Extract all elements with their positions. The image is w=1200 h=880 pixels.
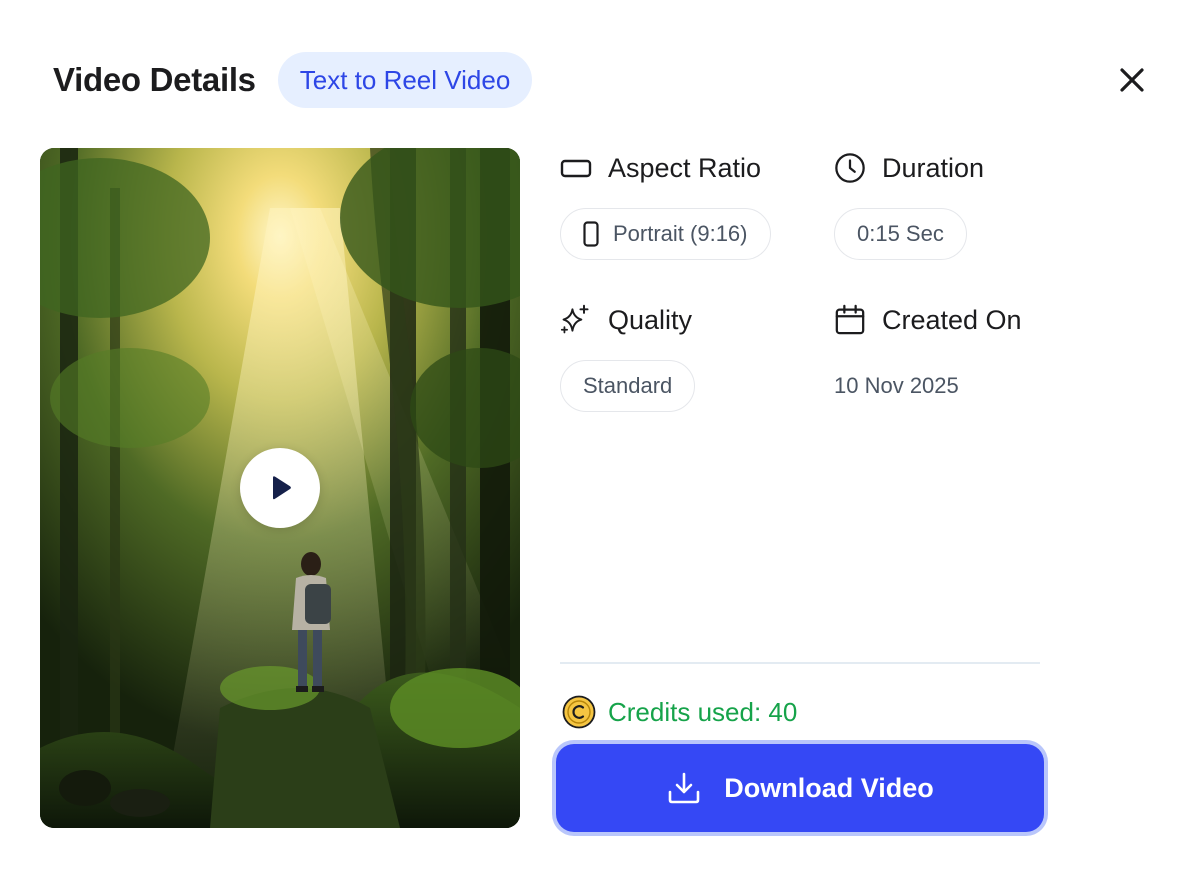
duration-value: 0:15 Sec bbox=[857, 221, 944, 246]
play-icon bbox=[273, 476, 291, 500]
divider bbox=[560, 662, 1040, 664]
portrait-phone-icon bbox=[583, 221, 599, 247]
download-video-button[interactable]: Download Video bbox=[556, 744, 1044, 832]
page-title: Video Details bbox=[53, 61, 256, 98]
video-preview[interactable] bbox=[40, 148, 520, 828]
close-button[interactable] bbox=[1112, 60, 1152, 100]
aspect-ratio-value-chip: Portrait (9:16) bbox=[560, 208, 771, 260]
video-details-modal: Video Details Text to Reel Video Aspect … bbox=[0, 0, 1200, 880]
credits-used: Credits used: 40 bbox=[562, 694, 797, 730]
download-video-label: Download Video bbox=[724, 772, 934, 803]
aspect-ratio-label: Aspect Ratio bbox=[608, 152, 762, 183]
duration-field: Duration bbox=[834, 148, 984, 188]
video-type-badge: Text to Reel Video bbox=[277, 52, 533, 108]
credits-used-text: Credits used: 40 bbox=[608, 696, 798, 727]
quality-value-chip: Standard bbox=[560, 360, 696, 412]
quality-value: Standard bbox=[583, 373, 673, 398]
download-icon bbox=[668, 772, 700, 804]
quality-field: Quality bbox=[560, 300, 692, 340]
duration-label: Duration bbox=[882, 152, 985, 183]
clock-icon bbox=[834, 152, 866, 184]
created-on-value: 10 Nov 2025 bbox=[834, 373, 959, 398]
duration-value-chip: 0:15 Sec bbox=[834, 208, 967, 260]
aspect-ratio-field: Aspect Ratio bbox=[560, 148, 761, 188]
close-icon bbox=[1120, 68, 1144, 92]
created-on-label: Created On bbox=[882, 304, 1022, 335]
quality-label: Quality bbox=[608, 304, 693, 335]
aspect-ratio-icon bbox=[560, 152, 592, 184]
sparkles-icon bbox=[560, 304, 592, 336]
aspect-ratio-value: Portrait (9:16) bbox=[613, 221, 748, 246]
play-button[interactable] bbox=[240, 448, 320, 528]
calendar-icon bbox=[834, 304, 866, 336]
coin-icon bbox=[562, 695, 596, 729]
modal-header: Video Details Text to Reel Video bbox=[53, 52, 533, 108]
created-on-field: Created On bbox=[834, 300, 1022, 340]
